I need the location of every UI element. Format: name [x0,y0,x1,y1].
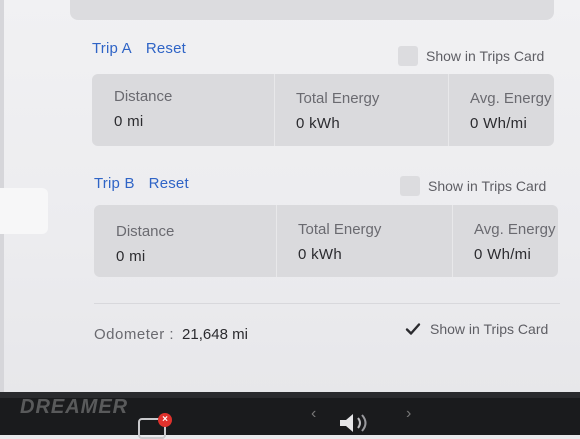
chevron-left-icon[interactable]: ‹ [311,405,316,423]
trip-b-distance: Distance 0 mi [94,205,276,277]
trip-a-avg-energy: Avg. Energy 0 Wh/mi [448,74,554,146]
trip-b-show-label: Show in Trips Card [428,178,547,194]
trip-b-distance-value: 0 mi [116,248,146,265]
trip-a-distance-value: 0 mi [114,113,144,130]
trip-b-title: Trip B [94,175,135,192]
trip-a-distance-label: Distance [114,88,173,105]
odometer-label: Odometer : [94,326,175,343]
trip-b-reset-button[interactable]: Reset [149,175,189,192]
trip-a-avg-energy-label: Avg. Energy [470,90,552,107]
trip-b-total-energy: Total Energy 0 kWh [276,205,452,277]
close-badge-icon[interactable]: × [158,413,172,427]
trip-b-avg-energy-label: Avg. Energy [474,221,556,238]
trip-a-show-checkbox[interactable] [398,46,418,66]
chevron-right-icon[interactable]: › [406,405,411,423]
trip-a-reset-button[interactable]: Reset [146,40,186,57]
odometer-show-toggle[interactable]: Show in Trips Card [404,320,548,338]
trip-a-total-energy-label: Total Energy [296,90,380,107]
trip-a-card: Distance 0 mi Total Energy 0 kWh Avg. En… [92,74,554,146]
trip-b-total-energy-label: Total Energy [298,221,382,238]
trip-a-header: Trip A Reset [92,40,186,57]
trip-b-card: Distance 0 mi Total Energy 0 kWh Avg. En… [94,205,558,277]
trip-b-avg-energy: Avg. Energy 0 Wh/mi [452,205,558,277]
trip-b-avg-energy-value: 0 Wh/mi [474,246,532,263]
trip-a-title: Trip A [92,40,132,57]
volume-icon[interactable] [338,412,378,434]
trip-a-avg-energy-value: 0 Wh/mi [470,115,528,132]
trip-a-distance: Distance 0 mi [92,74,274,146]
trips-screen: Trip A Reset Show in Trips Card Distance… [0,0,580,395]
trip-a-show-label: Show in Trips Card [426,48,545,64]
section-divider [94,303,560,304]
trip-b-header: Trip B Reset [94,175,189,192]
trip-a-total-energy: Total Energy 0 kWh [274,74,448,146]
odometer-value: 21,648 mi [182,326,248,343]
trip-a-show-toggle[interactable]: Show in Trips Card [398,46,544,66]
trip-b-show-toggle[interactable]: Show in Trips Card [400,176,546,196]
watermark-logo: DREAMER [20,396,129,418]
trip-b-distance-label: Distance [116,223,175,240]
side-panel-tab[interactable] [0,188,48,234]
checkmark-icon[interactable] [404,320,422,338]
odometer-show-label: Show in Trips Card [430,321,549,337]
trip-a-total-energy-value: 0 kWh [296,115,341,132]
previous-card [70,0,554,20]
trip-b-show-checkbox[interactable] [400,176,420,196]
odometer-row: Odometer : 21,648 mi [94,326,248,343]
trip-b-total-energy-value: 0 kWh [298,246,343,263]
